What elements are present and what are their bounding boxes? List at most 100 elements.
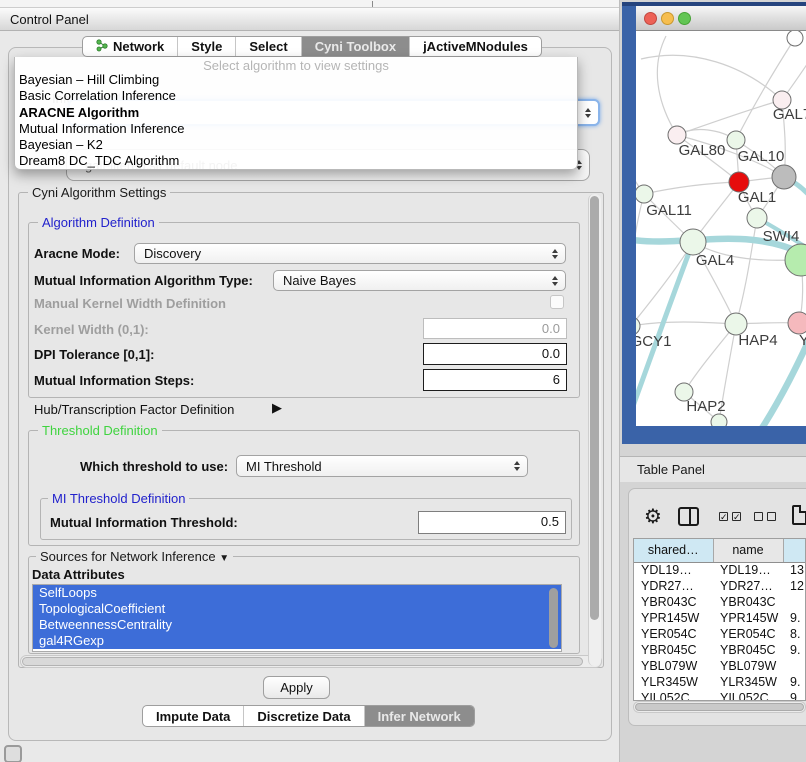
window-zoom-icon[interactable] bbox=[678, 12, 691, 25]
tab-network[interactable]: Network bbox=[83, 37, 178, 56]
manual-kernel-checkbox[interactable] bbox=[550, 295, 564, 309]
gear-icon[interactable]: ⚙ bbox=[644, 504, 662, 529]
tab-jactivemnodules[interactable]: jActiveMNodules bbox=[410, 37, 541, 56]
tab-cyni-toolbox[interactable]: Cyni Toolbox bbox=[302, 37, 410, 56]
table-cell[interactable]: YBL079W bbox=[713, 658, 783, 674]
table-row[interactable]: YBR043CYBR043C bbox=[634, 594, 806, 610]
network-node-swi4[interactable] bbox=[747, 208, 767, 228]
window-minimize-icon[interactable] bbox=[661, 12, 674, 25]
dropdown-item-bayesian-hill-climbing[interactable]: Bayesian – Hill Climbing bbox=[15, 72, 577, 88]
network-node-label: GAL11 bbox=[646, 202, 692, 219]
dropdown-item-mutual-information-inference[interactable]: Mutual Information Inference bbox=[15, 121, 577, 137]
mi-type-combo[interactable]: Naive Bayes bbox=[273, 270, 566, 291]
tab-select[interactable]: Select bbox=[236, 37, 301, 56]
table-cell[interactable]: YDL19… bbox=[713, 562, 783, 578]
network-node-gal10[interactable] bbox=[727, 131, 745, 149]
table-cell[interactable] bbox=[783, 594, 806, 610]
settings-group-title: Cyni Algorithm Settings bbox=[28, 185, 170, 200]
list-scrollbar-thumb[interactable] bbox=[549, 588, 558, 648]
settings-vscrollbar-thumb[interactable] bbox=[590, 196, 599, 620]
table-cell[interactable]: YDL19… bbox=[634, 562, 713, 578]
table-row[interactable]: YBR045CYBR045C9. bbox=[634, 642, 806, 658]
data-attributes-list[interactable]: SelfLoopsTopologicalCoefficientBetweenne… bbox=[32, 584, 562, 652]
bottom-tab-impute-data[interactable]: Impute Data bbox=[143, 706, 244, 726]
network-node-unlabeled[interactable] bbox=[711, 414, 727, 426]
apply-button[interactable]: Apply bbox=[263, 676, 330, 699]
table-cell[interactable]: 9. bbox=[783, 642, 806, 658]
column-header-name[interactable]: name bbox=[713, 539, 783, 562]
column-header-shared-[interactable]: shared… bbox=[634, 539, 713, 562]
dropdown-item-bayesian-k2[interactable]: Bayesian – K2 bbox=[15, 137, 577, 153]
network-node-gal11[interactable] bbox=[636, 185, 653, 203]
table-cell[interactable]: YLR345W bbox=[634, 674, 713, 690]
table-row[interactable]: YPR145WYPR145W9. bbox=[634, 610, 806, 626]
table-cell[interactable]: 12 bbox=[783, 578, 806, 594]
dropdown-item-dream8-dc-tdc-algorithm[interactable]: Dream8 DC_TDC Algorithm bbox=[15, 153, 577, 169]
table-cell[interactable]: 8. bbox=[783, 626, 806, 642]
settings-hscrollbar-thumb[interactable] bbox=[22, 657, 583, 666]
split-columns-icon[interactable] bbox=[678, 507, 699, 526]
table-cell[interactable]: YLR345W bbox=[713, 674, 783, 690]
table-row[interactable]: YBL079WYBL079W bbox=[634, 658, 806, 674]
bottom-tab-discretize-data[interactable]: Discretize Data bbox=[244, 706, 364, 726]
which-threshold-combo[interactable]: MI Threshold bbox=[236, 455, 528, 477]
dpi-tolerance-label: DPI Tolerance [0,1]: bbox=[34, 347, 154, 362]
algorithm-dropdown: Select algorithm to view settings Bayesi… bbox=[14, 57, 578, 170]
aracne-mode-combo[interactable]: Discovery bbox=[134, 243, 566, 264]
table-cell[interactable]: YBR045C bbox=[634, 642, 713, 658]
table-cell[interactable]: YBR043C bbox=[634, 594, 713, 610]
network-node-unlabeled[interactable] bbox=[772, 165, 796, 189]
table-row[interactable]: YLR345WYLR345W9. bbox=[634, 674, 806, 690]
attribute-item-topologicalcoefficient[interactable]: TopologicalCoefficient bbox=[33, 601, 561, 617]
network-window-titlebar[interactable] bbox=[636, 6, 806, 31]
table-row[interactable]: YDR27…YDR27…12 bbox=[634, 578, 806, 594]
unchecked-columns-icon[interactable] bbox=[754, 512, 776, 521]
table-cell[interactable]: YER054C bbox=[713, 626, 783, 642]
table-cell[interactable]: YBL079W bbox=[634, 658, 713, 674]
table-cell[interactable] bbox=[783, 658, 806, 674]
table-cell[interactable]: 9 bbox=[783, 690, 806, 701]
window-close-icon[interactable] bbox=[644, 12, 657, 25]
table-cell[interactable]: YIL052C bbox=[713, 690, 783, 701]
kernel-width-field[interactable]: 0.0 bbox=[423, 318, 567, 339]
table-row[interactable]: YIL052CYIL052C9 bbox=[634, 690, 806, 701]
mi-threshold-field[interactable]: 0.5 bbox=[418, 511, 566, 534]
table-row[interactable]: YDL19…YDL19…13 bbox=[634, 562, 806, 578]
column-header-a[interactable]: A bbox=[783, 539, 806, 562]
attribute-item-selfloops[interactable]: SelfLoops bbox=[33, 585, 561, 601]
network-node-y[interactable] bbox=[788, 312, 806, 334]
new-table-icon[interactable] bbox=[792, 505, 806, 525]
table-cell[interactable]: YPR145W bbox=[634, 610, 713, 626]
table-cell[interactable]: 9. bbox=[783, 674, 806, 690]
table-cell[interactable]: YBR043C bbox=[713, 594, 783, 610]
table-cell[interactable]: YDR27… bbox=[713, 578, 783, 594]
dropdown-item-aracne-algorithm[interactable]: ARACNE Algorithm bbox=[15, 105, 577, 121]
table-cell[interactable]: YIL052C bbox=[634, 690, 713, 701]
table-panel-title: Table Panel bbox=[637, 462, 705, 477]
table-cell[interactable]: YBR045C bbox=[713, 642, 783, 658]
table-cell[interactable]: 13 bbox=[783, 562, 806, 578]
mi-steps-field[interactable]: 6 bbox=[423, 369, 567, 391]
tab-style[interactable]: Style bbox=[178, 37, 236, 56]
hub-expand-arrow-icon[interactable]: ▶ bbox=[272, 400, 282, 416]
network-icon bbox=[96, 39, 109, 55]
table-cell[interactable]: YDR27… bbox=[634, 578, 713, 594]
float-panel-icon[interactable] bbox=[4, 745, 22, 762]
network-canvas[interactable]: GAL7GAL80GAL10GAL1GAL11SWI4GAL4GCY1HAP4Y… bbox=[636, 31, 806, 426]
checked-columns-icon[interactable]: ✓✓ bbox=[719, 512, 741, 521]
sources-collapse-arrow-icon[interactable]: ▼ bbox=[219, 553, 229, 564]
table-cell[interactable]: YER054C bbox=[634, 626, 713, 642]
attribute-item-gal4rgexp[interactable]: gal4RGexp bbox=[33, 633, 561, 649]
table-cell[interactable]: YPR145W bbox=[713, 610, 783, 626]
node-table[interactable]: shared…nameA YDL19…YDL19…13YDR27…YDR27…1… bbox=[633, 538, 806, 701]
dpi-tolerance-field[interactable]: 0.0 bbox=[423, 343, 567, 365]
table-row[interactable]: YER054CYER054C8. bbox=[634, 626, 806, 642]
attribute-item-betweennesscentrality[interactable]: BetweennessCentrality bbox=[33, 617, 561, 633]
combo-arrows-icon bbox=[585, 108, 591, 118]
table-hscrollbar-thumb[interactable] bbox=[635, 703, 804, 711]
table-cell[interactable]: 9. bbox=[783, 610, 806, 626]
bottom-tab-infer-network[interactable]: Infer Network bbox=[365, 706, 474, 726]
dropdown-item-basic-correlation-inference[interactable]: Basic Correlation Inference bbox=[15, 88, 577, 104]
network-node-label: HAP2 bbox=[686, 398, 725, 415]
network-node-unlabeled[interactable] bbox=[787, 31, 803, 46]
